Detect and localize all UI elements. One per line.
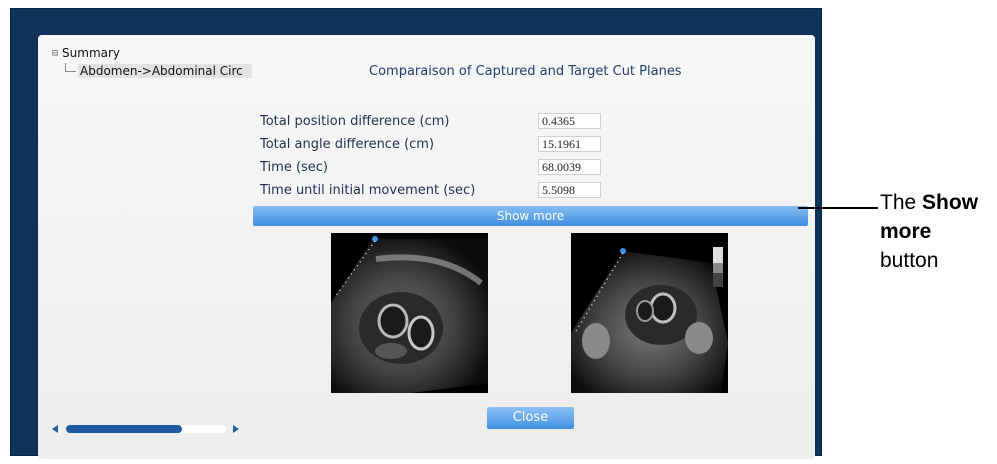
horizontal-scrollbar[interactable] [52,425,242,435]
scroll-left-icon[interactable] [52,425,58,433]
app-frame: ⊟ Summary Abdomen->Abdominal Circ Compar… [10,8,822,459]
target-plane-image [571,233,728,393]
tree-root-summary[interactable]: ⊟ Summary [52,46,120,60]
callout-prefix: The [880,191,923,214]
scroll-track[interactable] [66,425,226,433]
metric-label-time: Time (sec) [260,160,329,175]
callout-annotation: The Show more button [880,188,995,275]
callout-leader-line [798,207,878,209]
tree-item-label: Abdomen->Abdominal Circ [78,63,252,78]
metric-value-initial-movement: 5.5098 [538,182,601,198]
metric-label-initial-movement: Time until initial movement (sec) [260,183,476,198]
captured-plane-image [331,233,488,393]
comparison-dialog: ⊟ Summary Abdomen->Abdominal Circ Compar… [38,35,815,459]
tree-root-label: Summary [62,46,121,60]
tree-collapse-icon[interactable]: ⊟ [52,48,58,59]
metric-label-position-diff: Total position difference (cm) [260,114,450,129]
dialog-heading: Comparaison of Captured and Target Cut P… [369,64,682,79]
metric-label-angle-diff: Total angle difference (cm) [260,137,435,152]
show-more-button[interactable]: Show more [253,206,808,226]
close-button[interactable]: Close [487,407,574,429]
tree-item-abdominal-circ[interactable]: Abdomen->Abdominal Circ [65,63,255,78]
tree-connector [65,63,76,72]
callout-suffix: button [880,249,939,272]
scroll-thumb[interactable] [66,425,182,433]
metric-value-time: 68.0039 [538,159,601,175]
summary-tree: ⊟ Summary Abdomen->Abdominal Circ [52,46,252,78]
metric-value-angle-diff: 15.1961 [538,136,601,152]
metric-value-position-diff: 0.4365 [538,113,601,129]
scroll-right-icon[interactable] [233,425,239,433]
